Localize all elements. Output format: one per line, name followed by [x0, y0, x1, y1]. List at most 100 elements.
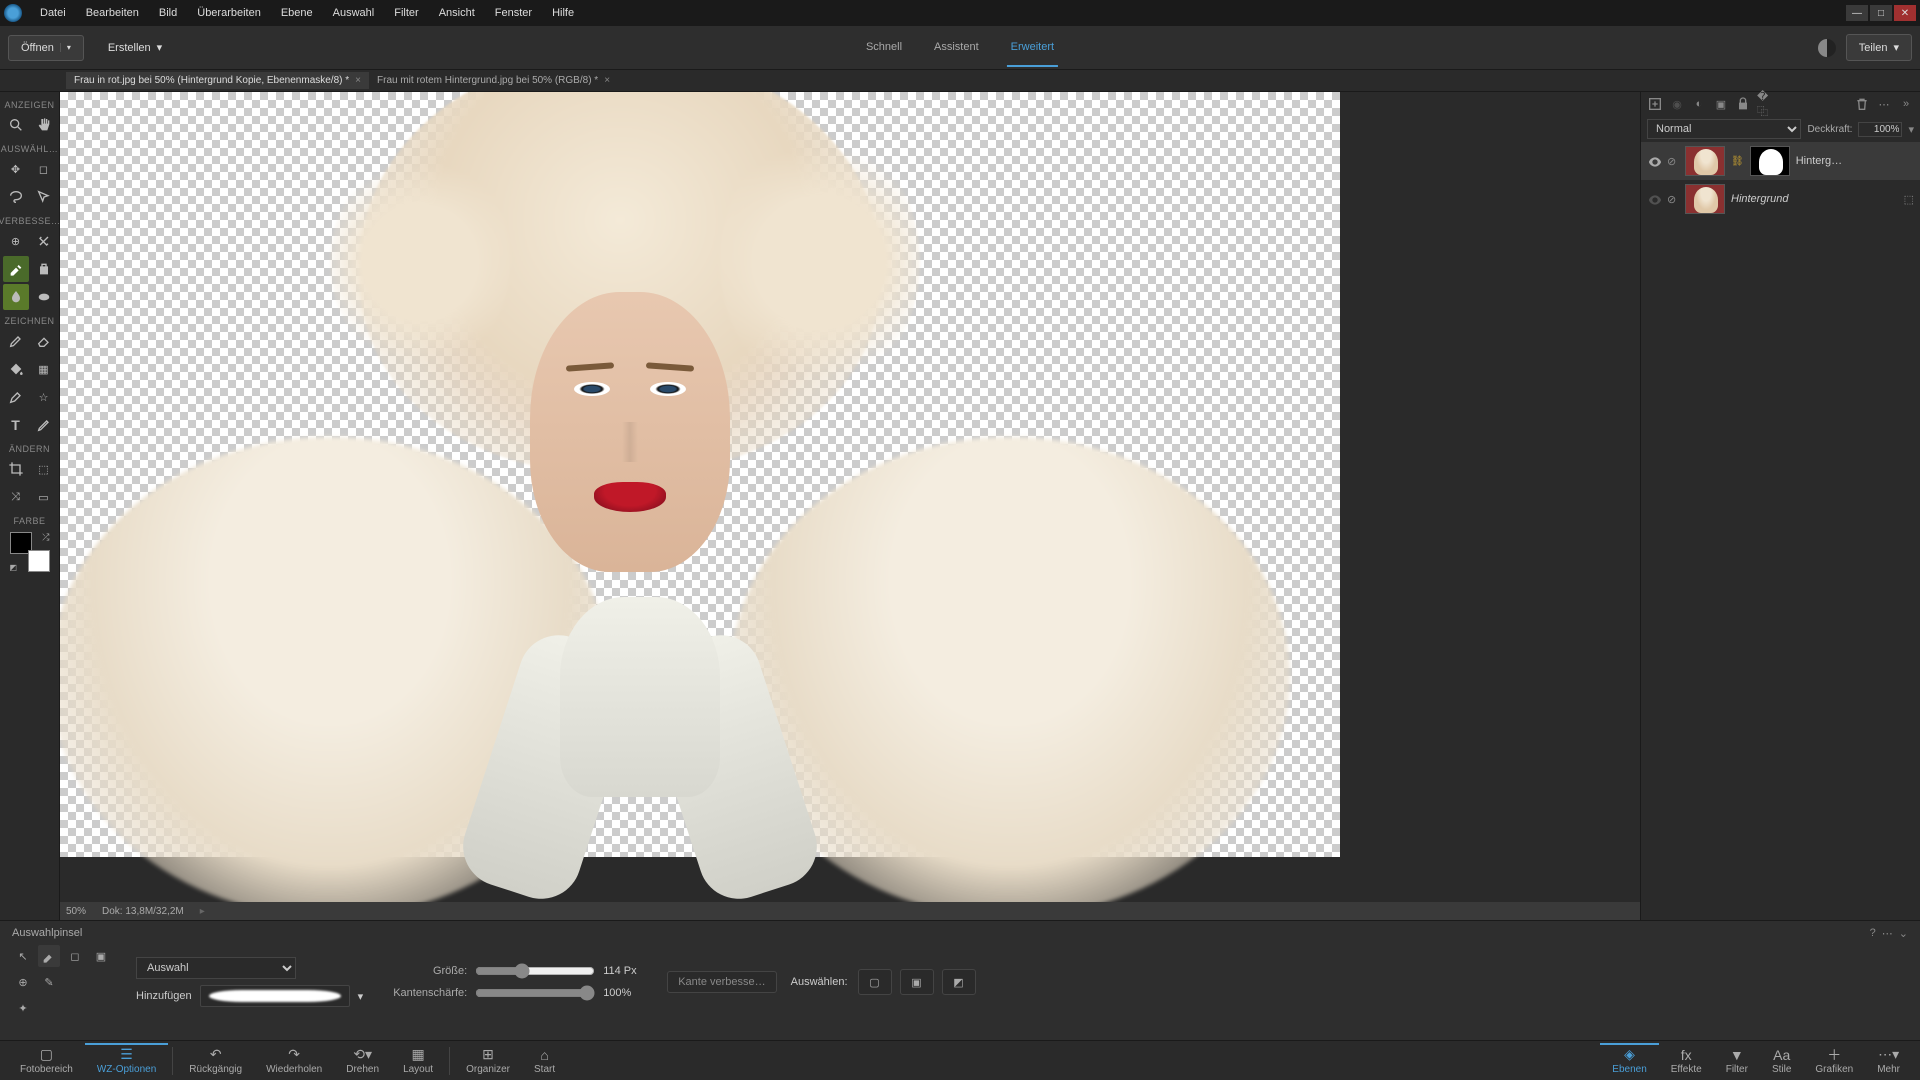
canvas[interactable] — [60, 92, 1340, 857]
photo-bin-button[interactable]: ▢Fotobereich — [8, 1045, 85, 1077]
content-aware-tool-icon[interactable]: ⤨ — [3, 484, 29, 510]
mode-quick[interactable]: Schnell — [862, 29, 906, 67]
layer-thumbnail[interactable] — [1685, 146, 1725, 176]
select-sky-icon[interactable]: ◩ — [942, 969, 976, 995]
hand-tool-icon[interactable] — [31, 112, 57, 138]
brush-preview[interactable] — [200, 985, 350, 1007]
mode-expert[interactable]: Erweitert — [1007, 29, 1058, 67]
maximize-button[interactable]: □ — [1870, 5, 1892, 21]
marquee-tool-icon[interactable]: ◻ — [31, 156, 57, 182]
new-selection-icon[interactable]: ◻ — [64, 945, 86, 967]
magic-opt-icon[interactable]: ✦ — [12, 997, 34, 1019]
sponge-tool-icon[interactable] — [31, 284, 57, 310]
menu-fenster[interactable]: Fenster — [485, 3, 542, 23]
chevron-down-icon[interactable]: ▾ — [60, 43, 71, 52]
new-layer-icon[interactable] — [1647, 96, 1663, 112]
opacity-input[interactable] — [1858, 122, 1902, 137]
menu-ueberarbeiten[interactable]: Überarbeiten — [187, 3, 271, 23]
theme-toggle-icon[interactable] — [1818, 39, 1836, 57]
close-icon[interactable]: × — [604, 75, 610, 86]
tool-options-button[interactable]: ☰WZ-Optionen — [85, 1043, 168, 1077]
document-tab[interactable]: Frau mit rotem Hintergrund.jpg bei 50% (… — [369, 72, 618, 89]
redeye-tool-icon[interactable]: ⊕ — [3, 228, 29, 254]
layout-button[interactable]: ▦Layout — [391, 1045, 445, 1077]
text-tool-icon[interactable]: T — [3, 412, 29, 438]
close-icon[interactable]: × — [355, 75, 361, 86]
visibility-off-icon[interactable] — [1647, 192, 1661, 206]
fx-icon[interactable]: �⿻ — [1757, 96, 1773, 112]
layer-group-icon[interactable]: ◉ — [1669, 96, 1685, 112]
smart-brush-tool-icon[interactable] — [3, 256, 29, 282]
rotate-button[interactable]: ⟲▾Drehen — [334, 1045, 391, 1077]
panel-collapse-icon[interactable]: » — [1898, 96, 1914, 112]
visibility-icon[interactable] — [1647, 154, 1661, 168]
link-icon[interactable]: ⊘ — [1667, 155, 1679, 167]
layer-row[interactable]: ⊘ ⛓ Hinterg… — [1641, 142, 1920, 180]
layer-name[interactable]: Hintergrund — [1731, 193, 1788, 205]
hardness-slider[interactable] — [475, 985, 595, 1001]
recompose-tool-icon[interactable]: ⬚ — [31, 456, 57, 482]
redo-button[interactable]: ↷Wiederholen — [254, 1045, 334, 1077]
menu-ebene[interactable]: Ebene — [271, 3, 323, 23]
menu-bild[interactable]: Bild — [149, 3, 187, 23]
brush-tool-icon[interactable] — [3, 328, 29, 354]
zoom-value[interactable]: 50% — [66, 906, 86, 917]
blur-tool-icon[interactable] — [3, 284, 29, 310]
mode-select[interactable]: Auswahl — [136, 957, 296, 979]
share-button[interactable]: Teilen ▾ — [1846, 34, 1912, 61]
swap-colors-icon[interactable]: ⤮ — [42, 532, 49, 543]
brush-opt-icon[interactable]: ✎ — [38, 971, 60, 993]
layer-row[interactable]: ⊘ Hintergrund ⬚ — [1641, 180, 1920, 218]
menu-ansicht[interactable]: Ansicht — [429, 3, 485, 23]
layers-panel-button[interactable]: ◈Ebenen — [1600, 1043, 1658, 1077]
eraser-tool-icon[interactable] — [31, 328, 57, 354]
selection-brush-b-icon[interactable] — [38, 945, 60, 967]
link-icon[interactable]: ⊘ — [1667, 193, 1679, 205]
mask-link-icon[interactable]: ⛓ — [1731, 156, 1744, 167]
undo-button[interactable]: ↶Rückgängig — [177, 1045, 254, 1077]
zoom-tool-icon[interactable] — [3, 112, 29, 138]
delete-layer-icon[interactable] — [1854, 96, 1870, 112]
layer-lock-icon[interactable]: ⬚ — [1904, 193, 1914, 206]
minimize-button[interactable]: — — [1846, 5, 1868, 21]
create-button[interactable]: Erstellen ▾ — [96, 35, 174, 60]
menu-bearbeiten[interactable]: Bearbeiten — [76, 3, 149, 23]
background-color[interactable] — [28, 550, 50, 572]
more-panel-button[interactable]: ⋯▾Mehr — [1865, 1045, 1912, 1077]
straighten-tool-icon[interactable]: ▭ — [31, 484, 57, 510]
eyedropper-tool-icon[interactable] — [3, 384, 29, 410]
menu-datei[interactable]: Datei — [30, 3, 76, 23]
paint-bucket-tool-icon[interactable] — [3, 356, 29, 382]
panel-menu-icon[interactable]: ⋯ — [1882, 927, 1893, 940]
selection-brush-a-icon[interactable]: ↖ — [12, 945, 34, 967]
menu-auswahl[interactable]: Auswahl — [323, 3, 385, 23]
select-background-icon[interactable]: ▣ — [900, 969, 934, 995]
chevron-down-icon[interactable]: ▾ — [1908, 123, 1914, 136]
mode-assistant[interactable]: Assistent — [930, 29, 983, 67]
gradient-tool-icon[interactable]: ▦ — [31, 356, 57, 382]
default-colors-icon[interactable]: ◩ — [10, 563, 18, 572]
refine-edge-button[interactable]: Kante verbesse… — [667, 971, 776, 993]
lock-layer-icon[interactable] — [1735, 96, 1751, 112]
menu-hilfe[interactable]: Hilfe — [542, 3, 584, 23]
organizer-button[interactable]: ⊞Organizer — [454, 1045, 522, 1077]
close-button[interactable]: ✕ — [1894, 5, 1916, 21]
size-slider[interactable] — [475, 963, 595, 979]
adjustment-layer-icon[interactable]: ◐ — [1691, 96, 1707, 112]
layer-name[interactable]: Hinterg… — [1796, 155, 1842, 167]
quick-select-tool-icon[interactable] — [31, 184, 57, 210]
crop-tool-icon[interactable] — [3, 456, 29, 482]
panel-collapse-icon[interactable]: ⌄ — [1899, 927, 1908, 940]
spot-heal-tool-icon[interactable] — [31, 228, 57, 254]
select-subject-icon[interactable]: ▢ — [858, 969, 892, 995]
panel-menu-icon[interactable]: ⋯ — [1876, 96, 1892, 112]
start-button[interactable]: ⌂Start — [522, 1045, 567, 1077]
effects-panel-button[interactable]: fxEffekte — [1659, 1045, 1714, 1077]
layer-thumbnail[interactable] — [1685, 184, 1725, 214]
lasso-tool-icon[interactable] — [3, 184, 29, 210]
graphics-panel-button[interactable]: ＋Grafiken — [1803, 1045, 1865, 1077]
menu-filter[interactable]: Filter — [384, 3, 428, 23]
chevron-right-icon[interactable]: ▸ — [200, 906, 205, 917]
layer-mask-thumbnail[interactable] — [1750, 146, 1790, 176]
blend-mode-select[interactable]: Normal — [1647, 119, 1801, 139]
